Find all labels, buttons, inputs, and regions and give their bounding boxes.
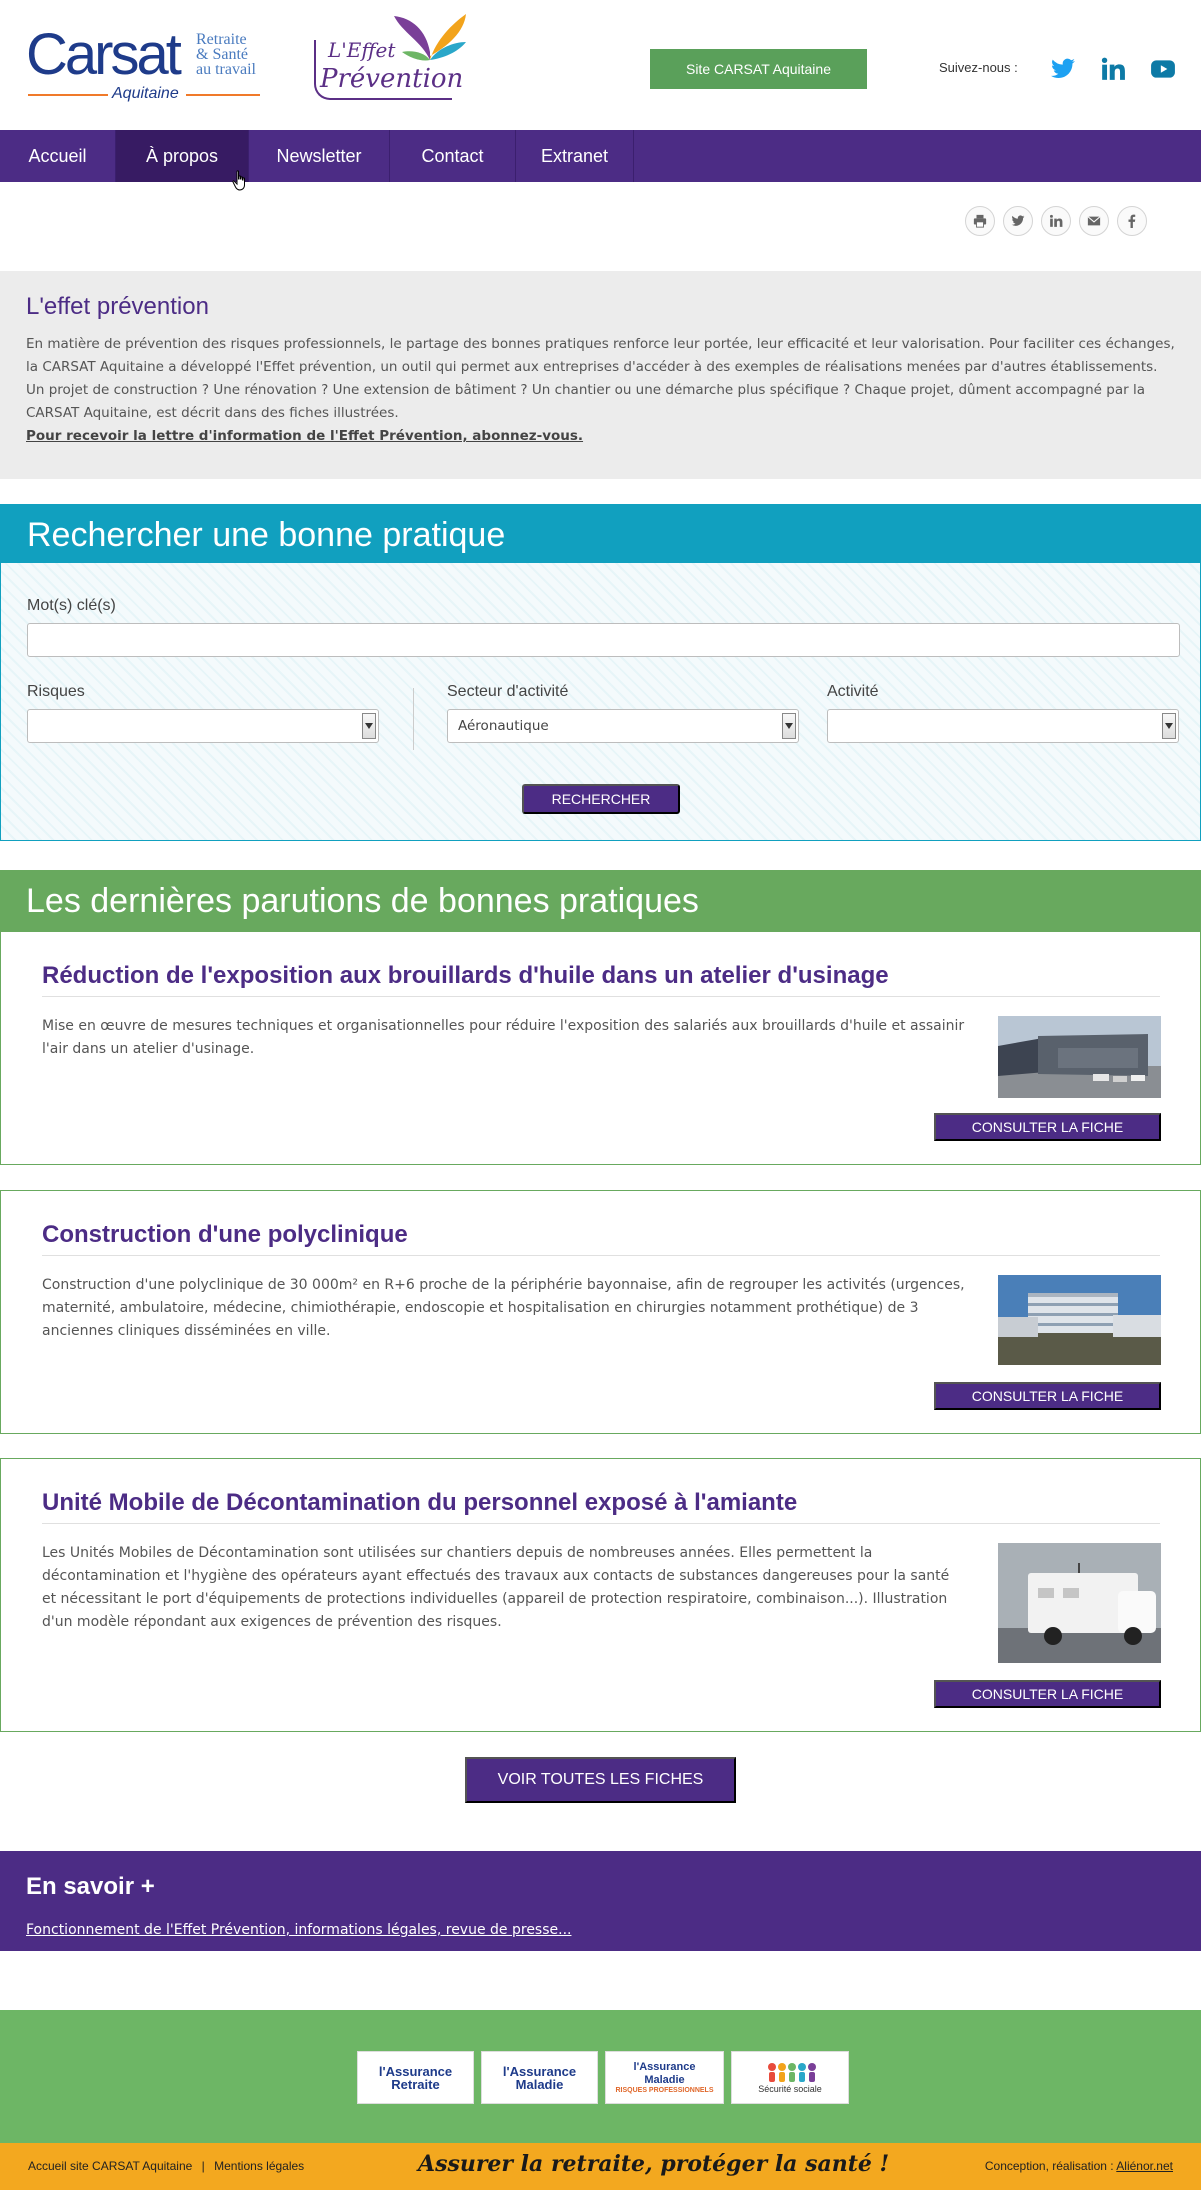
practice-card-title[interactable]: Construction d'une polyclinique [42, 1221, 408, 1249]
partner-4-text: Sécurité sociale [758, 2084, 822, 2094]
practice-card-title[interactable]: Unité Mobile de Décontamination du perso… [42, 1489, 797, 1517]
follow-us-label: Suivez-nous : [939, 60, 1018, 75]
latest-title: Les dernières parutions de bonnes pratiq… [0, 870, 1201, 932]
search-button[interactable]: RECHERCHER [522, 784, 680, 814]
nav-item-contact[interactable]: Contact [390, 130, 516, 182]
securite-sociale-people-icon [768, 2063, 816, 2082]
consult-fiche-button[interactable]: CONSULTER LA FICHE [934, 1113, 1161, 1141]
secteur-select[interactable]: Aéronautique [447, 709, 799, 743]
carsat-logo-rule-left [28, 94, 108, 96]
nav-item-a-propos[interactable]: À propos [116, 130, 249, 182]
activite-select[interactable] [827, 709, 1179, 743]
partner-assurance-maladie-logo[interactable]: l'Assurance Maladie [481, 2051, 598, 2104]
card-divider [42, 1255, 1160, 1256]
carsat-logo-tagline: Retraite & Santé au travail [196, 31, 256, 78]
intro-section: L'effet prévention En matière de prévent… [0, 271, 1201, 479]
practice-card-description: Mise en œuvre de mesures techniques et o… [42, 1018, 965, 1057]
filter-divider [413, 688, 414, 750]
partner-2-text: l'Assurance Maladie [502, 2063, 577, 2092]
partner-assurance-retraite-logo[interactable]: l'Assurance Retraite [357, 2051, 474, 2104]
practice-card: Unité Mobile de Décontamination du perso… [0, 1458, 1201, 1732]
carsat-tagline-1: Retraite [196, 31, 247, 48]
practice-card-image[interactable] [998, 1543, 1161, 1663]
practice-card-image[interactable] [998, 1016, 1161, 1098]
keywords-label: Mot(s) clé(s) [27, 597, 116, 614]
carsat-tagline-2: & Santé [196, 46, 248, 63]
print-icon [973, 214, 987, 228]
practice-card-description: Les Unités Mobiles de Décontamination so… [42, 1545, 950, 1630]
effet-logo-line2: Prévention [320, 64, 464, 94]
effet-prevention-logo[interactable]: L'Effet Prévention [310, 12, 470, 102]
chevron-down-icon [1162, 713, 1176, 739]
en-savoir-plus-section: En savoir + Fonctionnement de l'Effet Pr… [0, 1851, 1201, 1951]
partner-3-text: l'Assurance Maladie [633, 2061, 696, 2086]
hand-cursor-icon [232, 170, 245, 191]
facebook-icon [1128, 214, 1136, 228]
share-mail-button[interactable] [1079, 206, 1109, 236]
nav-item-newsletter[interactable]: Newsletter [249, 130, 390, 182]
site-header: Carsat Retraite & Santé au travail Aquit… [0, 0, 1201, 130]
footer-bar: Accueil site CARSAT Aquitaine | Mentions… [0, 2143, 1201, 2190]
search-panel: Rechercher une bonne pratique Mot(s) clé… [0, 504, 1201, 841]
carsat-logo[interactable]: Carsat Retraite & Santé au travail Aquit… [26, 26, 260, 102]
practice-card-title[interactable]: Réduction de l'exposition aux brouillard… [42, 962, 889, 990]
youtube-icon[interactable] [1150, 56, 1176, 82]
share-facebook-button[interactable] [1117, 206, 1147, 236]
secteur-label: Secteur d'activité [447, 683, 569, 700]
en-savoir-plus-link[interactable]: Fonctionnement de l'Effet Prévention, in… [26, 1922, 571, 1938]
footer-credit-label: Conception, réalisation : [984, 2159, 1114, 2173]
chevron-down-icon [782, 713, 796, 739]
en-savoir-plus-title: En savoir + [26, 1873, 155, 1900]
practice-card: Réduction de l'exposition aux brouillard… [0, 931, 1201, 1165]
main-nav: Accueil À propos Newsletter Contact Extr… [0, 130, 1201, 182]
share-linkedin-button[interactable] [1041, 206, 1071, 236]
carsat-logo-word: Carsat [26, 22, 182, 87]
mail-icon [1087, 216, 1101, 226]
keywords-input[interactable] [27, 623, 1180, 657]
twitter-icon [1011, 215, 1025, 226]
activite-label: Activité [827, 683, 879, 700]
carsat-tagline-3: au travail [196, 61, 256, 78]
footer-slogan: Assurer la retraite, protéger la santé ! [418, 2151, 890, 2177]
site-carsat-button[interactable]: Site CARSAT Aquitaine [650, 49, 867, 89]
card-divider [42, 1523, 1160, 1524]
card-divider [42, 996, 1160, 997]
carsat-logo-rule-right [186, 94, 260, 96]
secteur-select-value: Aéronautique [458, 718, 549, 734]
partner-assurance-maladie-risques-logo[interactable]: l'Assurance Maladie RISQUES PROFESSIONNE… [605, 2051, 724, 2104]
linkedin-icon [1049, 214, 1063, 227]
nav-item-extranet[interactable]: Extranet [516, 130, 634, 182]
effet-logo-line1: L'Effet [328, 38, 396, 62]
partner-securite-sociale-logo[interactable]: Sécurité sociale [731, 2051, 849, 2104]
risques-select[interactable] [27, 709, 379, 743]
carsat-logo-region: Aquitaine [112, 85, 179, 102]
share-print-button[interactable] [965, 206, 995, 236]
practice-card: Construction d'une polyclinique Construc… [0, 1190, 1201, 1434]
risques-label: Risques [27, 683, 85, 700]
twitter-icon[interactable] [1050, 56, 1076, 82]
partner-1-text: l'Assurance Retraite [378, 2063, 453, 2092]
chevron-down-icon [362, 713, 376, 739]
practice-card-description: Construction d'une polyclinique de 30 00… [42, 1277, 965, 1339]
footer-partners-band [0, 2010, 1201, 2143]
search-title: Rechercher une bonne pratique [1, 505, 1200, 563]
footer-carsat-link[interactable]: Accueil site CARSAT Aquitaine [28, 2159, 192, 2173]
see-all-fiches-button[interactable]: VOIR TOUTES LES FICHES [465, 1757, 736, 1803]
footer-separator: | [201, 2159, 205, 2173]
nav-item-accueil[interactable]: Accueil [0, 130, 116, 182]
practice-card-image[interactable] [998, 1275, 1161, 1365]
footer-alienor-link[interactable]: Aliénor.net [1116, 2159, 1173, 2173]
share-twitter-button[interactable] [1003, 206, 1033, 236]
newsletter-subscribe-link[interactable]: Pour recevoir la lettre d'information de… [26, 428, 583, 444]
linkedin-icon[interactable] [1100, 56, 1126, 82]
partner-3-subtitle: RISQUES PROFESSIONNELS [615, 2087, 714, 2094]
footer-mentions-legales-link[interactable]: Mentions légales [214, 2159, 304, 2173]
footer-links: Accueil site CARSAT Aquitaine | Mentions… [28, 2159, 304, 2173]
consult-fiche-button[interactable]: CONSULTER LA FICHE [934, 1382, 1161, 1410]
consult-fiche-button[interactable]: CONSULTER LA FICHE [934, 1680, 1161, 1708]
intro-text: En matière de prévention des risques pro… [26, 336, 1175, 421]
footer-credit: Conception, réalisation : Aliénor.net [985, 2159, 1173, 2173]
intro-title: L'effet prévention [26, 293, 209, 320]
